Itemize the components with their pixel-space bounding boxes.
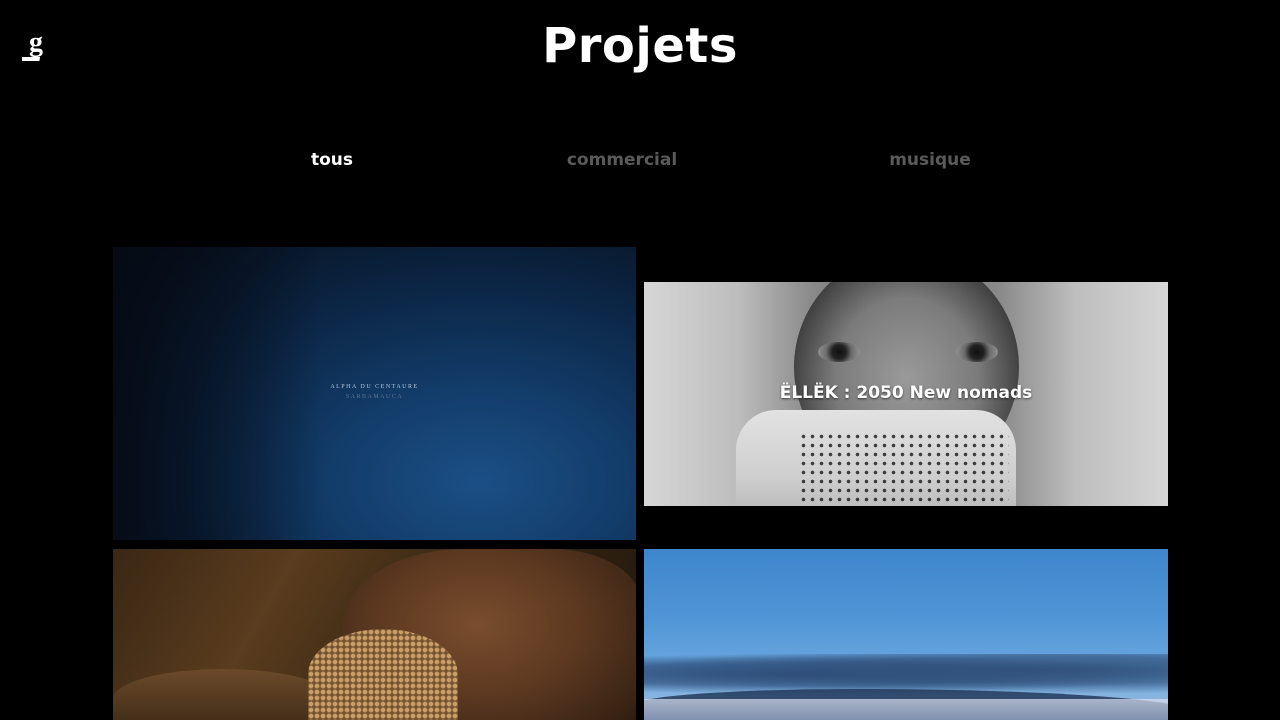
tile-image-horizon (644, 699, 1168, 720)
filter-commercial[interactable]: commercial (567, 150, 677, 170)
tile-image-eye-right (956, 342, 998, 362)
filter-musique[interactable]: musique (889, 150, 971, 170)
filter-tous[interactable]: tous (311, 150, 353, 170)
filter-tabs: tous commercial musique (0, 150, 1280, 176)
tile-image-text: ALPHA DU CENTAURE (330, 384, 419, 390)
project-tile-alpha-du-centaure[interactable]: ALPHA DU CENTAURE SARBAMAUCA (113, 247, 636, 540)
project-tile-sky[interactable] (644, 549, 1168, 720)
tile-image-grains (308, 629, 458, 720)
tile-image-subtext: SARBAMAUCA (345, 394, 404, 400)
tile-image-clouds (644, 654, 1168, 694)
project-title: ËLLËK : 2050 New nomads (779, 383, 1033, 403)
page-title: Projets (542, 18, 738, 74)
projects-page: g Projets tous commercial musique ALPHA … (0, 0, 1280, 720)
tile-image-sack (113, 669, 333, 720)
tile-image-mask-dots (799, 432, 1009, 506)
project-tile-ellek[interactable]: ËLLËK : 2050 New nomads (644, 282, 1168, 506)
tile-image-eye-left (818, 342, 860, 362)
project-tile-grains[interactable] (113, 549, 636, 720)
